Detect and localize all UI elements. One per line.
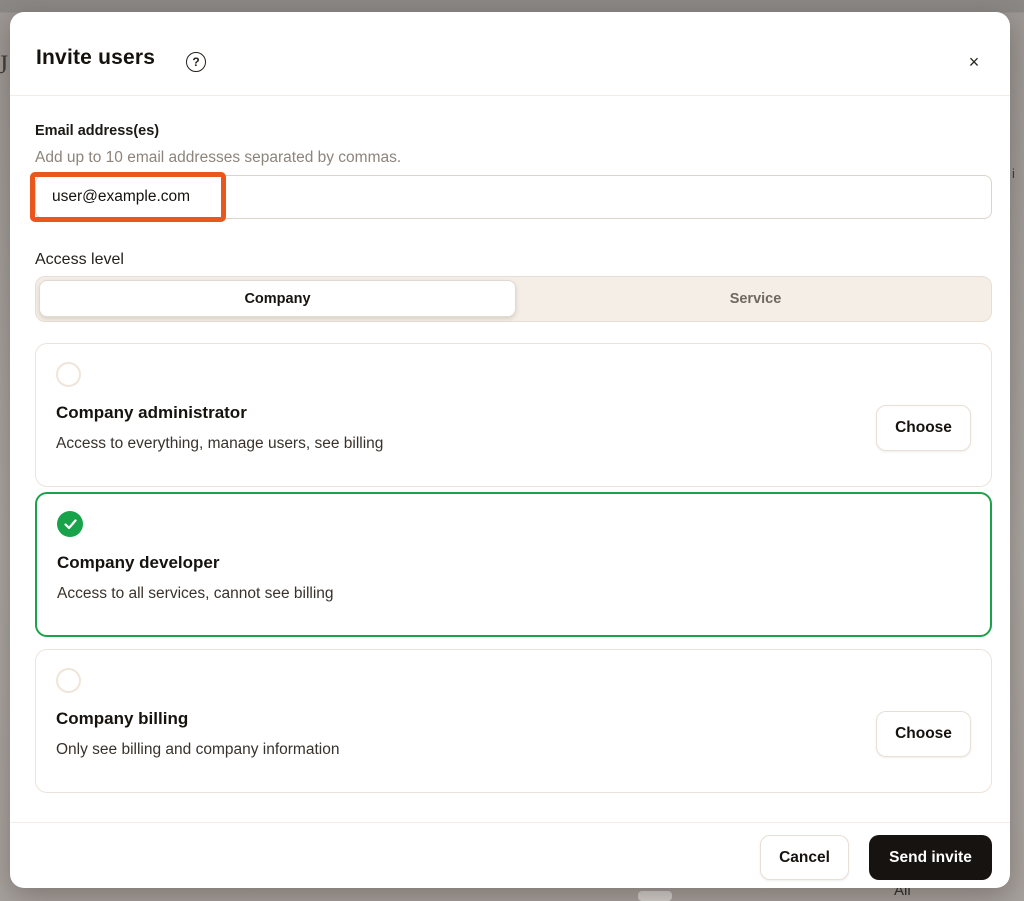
header-divider	[10, 95, 1010, 96]
footer-divider	[10, 822, 1010, 823]
option-title: Company developer	[57, 553, 220, 572]
email-input[interactable]	[35, 175, 992, 219]
option-card-company-billing[interactable]: Company billing Only see billing and com…	[35, 649, 992, 793]
email-helper-text: Add up to 10 email addresses separated b…	[35, 149, 402, 166]
check-icon	[57, 511, 83, 537]
access-level-segmented-control: Company Service	[35, 276, 992, 322]
option-description: Access to everything, manage users, see …	[56, 435, 384, 452]
backdrop-text-fragment: i	[1012, 166, 1015, 181]
invite-users-dialog: Invite users ? × Email address(es) Add u…	[10, 12, 1010, 888]
access-level-label: Access level	[35, 251, 124, 268]
tab-service[interactable]: Service	[520, 277, 991, 321]
tab-company-label: Company	[244, 290, 311, 307]
option-card-company-developer[interactable]: Company developer Access to all services…	[35, 492, 992, 637]
backdrop-text-fragment: J	[0, 50, 9, 79]
option-title: Company administrator	[56, 403, 247, 422]
send-invite-button[interactable]: Send invite	[869, 835, 992, 880]
radio-unselected-icon[interactable]	[56, 668, 81, 693]
option-title: Company billing	[56, 709, 189, 728]
backdrop-shape	[638, 891, 672, 901]
page-title: Invite users	[36, 46, 156, 69]
cancel-button[interactable]: Cancel	[760, 835, 849, 880]
tab-company[interactable]: Company	[39, 280, 516, 317]
help-icon[interactable]: ?	[186, 52, 206, 72]
option-description: Only see billing and company information	[56, 741, 340, 758]
choose-button[interactable]: Choose	[876, 711, 971, 757]
close-icon[interactable]: ×	[962, 50, 986, 74]
email-label: Email address(es)	[35, 123, 160, 139]
choose-button[interactable]: Choose	[876, 405, 971, 451]
option-card-company-administrator[interactable]: Company administrator Access to everythi…	[35, 343, 992, 487]
tab-service-label: Service	[729, 291, 782, 307]
radio-unselected-icon[interactable]	[56, 362, 81, 387]
option-description: Access to all services, cannot see billi…	[57, 585, 334, 602]
